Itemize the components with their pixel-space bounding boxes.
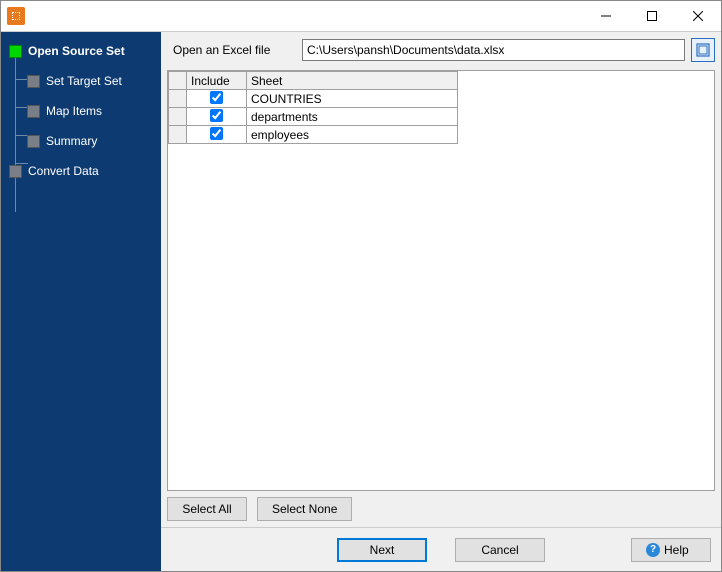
close-button[interactable] (675, 1, 721, 31)
file-path-input[interactable] (302, 39, 685, 61)
step-box-icon (27, 105, 40, 118)
step-box-icon (27, 75, 40, 88)
open-file-label: Open an Excel file (167, 43, 302, 57)
nav-label: Set Target Set (46, 74, 122, 88)
table-row: employees (169, 126, 458, 144)
sheet-list-panel: Include Sheet COUNTRIESdepartmentsemploy… (167, 70, 715, 491)
nav-summary[interactable]: Summary (5, 130, 157, 152)
row-header[interactable] (169, 108, 187, 126)
browse-icon (696, 43, 710, 57)
nav-label: Open Source Set (28, 44, 125, 58)
col-header-include[interactable]: Include (187, 72, 247, 90)
maximize-button[interactable] (629, 1, 675, 31)
nav-label: Convert Data (28, 164, 99, 178)
include-checkbox[interactable] (210, 109, 223, 122)
select-none-button[interactable]: Select None (257, 497, 352, 521)
help-label: Help (664, 543, 689, 557)
titlebar (1, 1, 721, 31)
main-panel: Open an Excel file Include Sheet COU (161, 32, 721, 571)
row-header[interactable] (169, 90, 187, 108)
help-icon: ? (646, 543, 660, 557)
include-cell (187, 90, 247, 108)
sheet-name-cell[interactable]: employees (247, 126, 458, 144)
minimize-button[interactable] (583, 1, 629, 31)
nav-set-target-set[interactable]: Set Target Set (5, 70, 157, 92)
table-row: departments (169, 108, 458, 126)
step-box-icon (27, 135, 40, 148)
help-button[interactable]: ? Help (631, 538, 711, 562)
next-button[interactable]: Next (337, 538, 427, 562)
sheet-name-cell[interactable]: departments (247, 108, 458, 126)
app-icon (7, 7, 25, 25)
row-header[interactable] (169, 126, 187, 144)
browse-button[interactable] (691, 38, 715, 62)
wizard-sidebar: Open Source Set Set Target Set Map Items… (1, 32, 161, 571)
nav-map-items[interactable]: Map Items (5, 100, 157, 122)
nav-label: Map Items (46, 104, 102, 118)
include-cell (187, 126, 247, 144)
table-corner (169, 72, 187, 90)
select-all-button[interactable]: Select All (167, 497, 247, 521)
cancel-button[interactable]: Cancel (455, 538, 545, 562)
sheet-name-cell[interactable]: COUNTRIES (247, 90, 458, 108)
nav-label: Summary (46, 134, 97, 148)
include-checkbox[interactable] (210, 127, 223, 140)
table-row: COUNTRIES (169, 90, 458, 108)
include-checkbox[interactable] (210, 91, 223, 104)
window-controls (583, 1, 721, 31)
sheet-table: Include Sheet COUNTRIESdepartmentsemploy… (168, 71, 458, 144)
col-header-sheet[interactable]: Sheet (247, 72, 458, 90)
step-box-icon (9, 45, 22, 58)
include-cell (187, 108, 247, 126)
step-box-icon (9, 165, 22, 178)
nav-open-source-set[interactable]: Open Source Set (5, 40, 157, 62)
